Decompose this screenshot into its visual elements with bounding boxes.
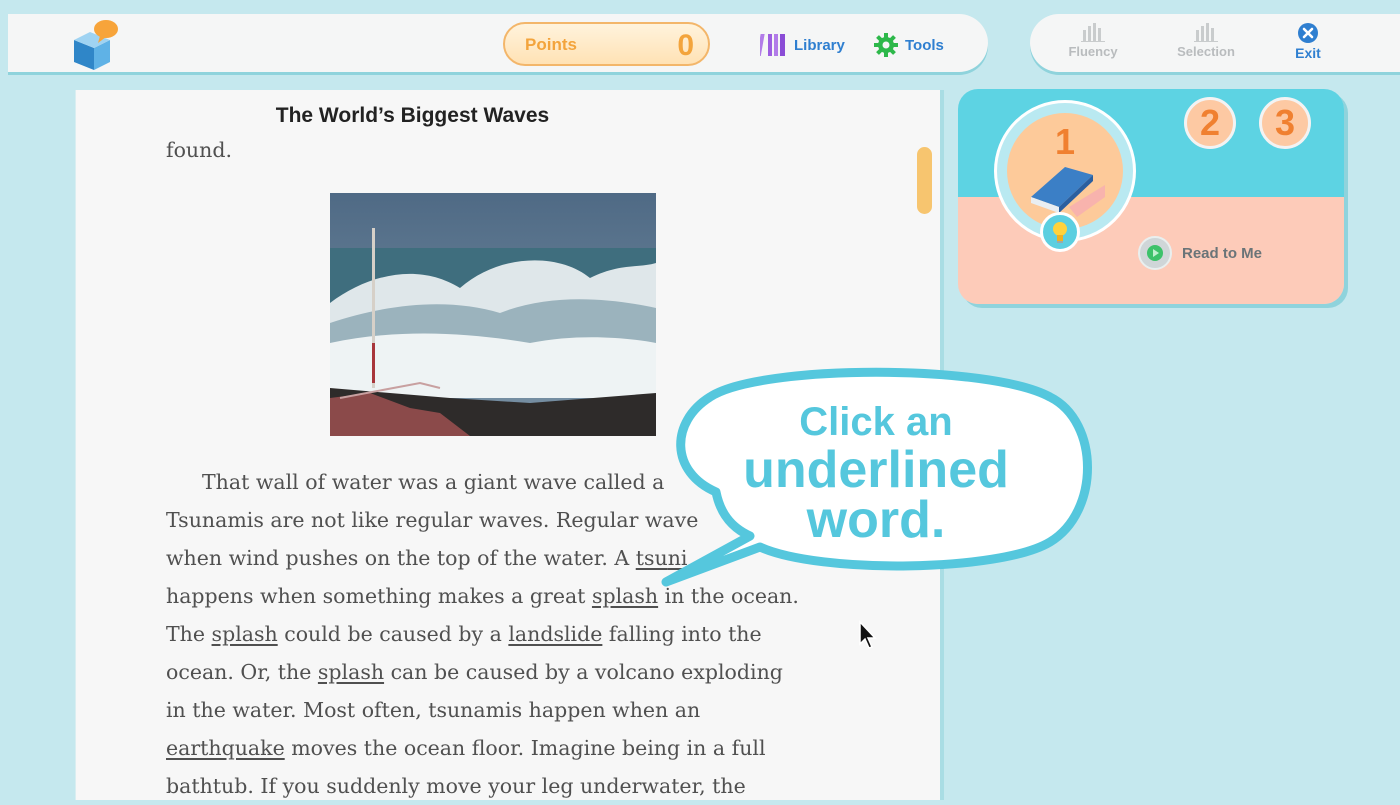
read-to-me-button[interactable]: Read to Me	[1138, 236, 1262, 270]
bar-chart-icon	[1081, 23, 1105, 42]
text-line: The splash could be caused by a landslid…	[166, 615, 836, 653]
lightbulb-icon	[1053, 222, 1067, 243]
play-icon	[1147, 245, 1163, 261]
read-to-me-label: Read to Me	[1182, 244, 1263, 262]
step-2-button[interactable]: 2	[1184, 97, 1236, 149]
selection-label: Selection	[1177, 44, 1235, 59]
callout-line: Click an	[799, 400, 953, 444]
exit-label: Exit	[1295, 45, 1321, 61]
wave-photo	[330, 193, 656, 436]
exit-button[interactable]: Exit	[1276, 22, 1340, 61]
play-button[interactable]	[1138, 236, 1172, 270]
text-fragment: can be caused by a volcano exploding	[384, 660, 783, 684]
callout-line: word.	[806, 491, 946, 549]
fluency-button[interactable]: Fluency	[1053, 22, 1133, 59]
selection-button[interactable]: Selection	[1166, 22, 1246, 59]
text-line: earthquake moves the ocean floor. Imagin…	[166, 729, 836, 767]
text-fragment: The	[166, 622, 206, 646]
text-fragment: falling into the	[602, 622, 762, 646]
points-label: Points	[525, 35, 577, 54]
text-line: found.	[166, 138, 232, 162]
text-fragment: when wind pushes on the top of the water…	[166, 546, 630, 570]
text-fragment: ocean. Or, the	[166, 660, 312, 684]
hint-button[interactable]	[1040, 212, 1080, 252]
tools-label: Tools	[905, 36, 944, 54]
underlined-word-splash[interactable]: splash	[318, 660, 384, 684]
points-value: 0	[677, 29, 694, 62]
points-display: Points 0	[503, 22, 710, 66]
text-line: bathtub. If you suddenly move your leg u…	[166, 774, 746, 798]
library-books-icon	[760, 34, 785, 56]
step-1-circle: 1	[1007, 113, 1123, 229]
underlined-word-landslide[interactable]: landslide	[508, 622, 602, 646]
library-button[interactable]: Library	[760, 30, 845, 60]
tools-button[interactable]: Tools	[873, 30, 944, 60]
underlined-word-earthquake[interactable]: earthquake	[166, 736, 285, 760]
text-fragment: moves the ocean floor. Imagine being in …	[291, 736, 766, 760]
book-icon	[1031, 167, 1105, 217]
bar-chart-icon	[1194, 23, 1218, 42]
text-fragment: could be caused by a	[277, 622, 509, 646]
gear-icon	[874, 33, 898, 57]
library-label: Library	[794, 36, 845, 54]
text-line: in the water. Most often, tsunamis happe…	[166, 698, 701, 722]
close-circle-icon	[1298, 23, 1318, 43]
top-strip	[0, 0, 1400, 10]
underlined-word-splash[interactable]: splash	[212, 622, 278, 646]
text-line: ocean. Or, the splash can be caused by a…	[166, 653, 836, 691]
step-3-button[interactable]: 3	[1259, 97, 1311, 149]
logo-book-icon[interactable]	[70, 18, 122, 72]
fluency-label: Fluency	[1068, 44, 1118, 59]
mouse-cursor-icon	[859, 620, 877, 649]
scrollbar-thumb[interactable]	[917, 147, 932, 214]
underlined-word-splash[interactable]: splash	[592, 584, 658, 608]
page-title: The World’s Biggest Waves	[275, 104, 550, 127]
text-fragment: happens when something makes a great	[166, 584, 586, 608]
